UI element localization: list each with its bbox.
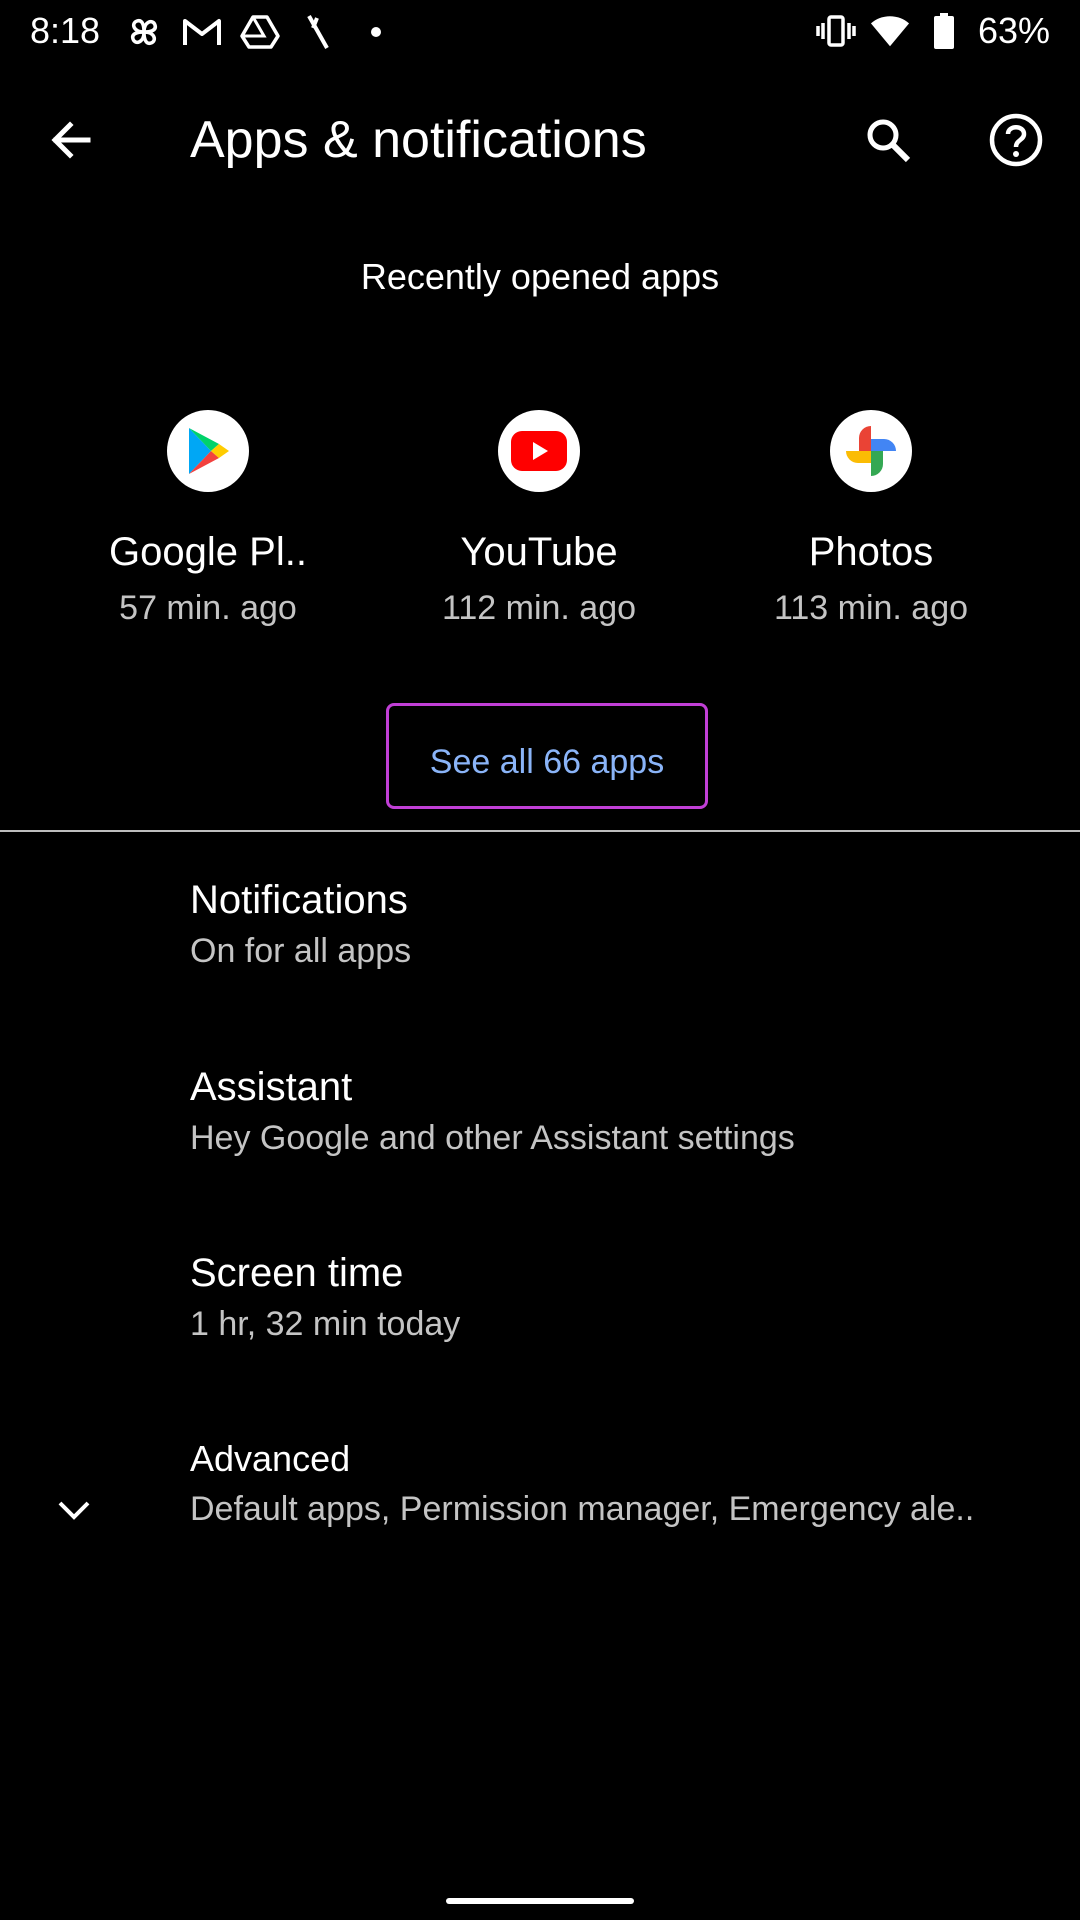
help-icon (989, 113, 1043, 167)
settings-item-title: Assistant (190, 1065, 353, 1109)
settings-item-screen-time[interactable]: Screen time 1 hr, 32 min today (0, 1241, 1080, 1411)
settings-item-title: Advanced (190, 1438, 351, 1479)
photos-icon (830, 410, 912, 492)
back-button[interactable] (36, 104, 108, 176)
settings-item-advanced[interactable]: Advanced Default apps, Permission manage… (0, 1428, 1080, 1598)
app-bar: Apps & notifications (0, 84, 1080, 188)
notification-icons (124, 12, 396, 52)
app-last-opened: 112 min. ago (441, 589, 637, 627)
divider (0, 830, 1080, 832)
page-title: Apps & notifications (190, 111, 647, 169)
settings-item-subtitle: Default apps, Permission manager, Emerge… (190, 1490, 975, 1528)
pinwheel-icon (124, 12, 164, 52)
help-button[interactable] (980, 104, 1052, 176)
search-icon (867, 119, 911, 163)
recent-app-google-play[interactable]: Google Pl.. 57 min. ago (43, 410, 373, 628)
app-name: YouTube (460, 530, 618, 574)
settings-item-title: Notifications (190, 878, 408, 922)
vibrate-icon (816, 11, 856, 51)
battery-percent: 63% (977, 10, 1050, 51)
system-icons: 63% (816, 10, 1050, 52)
gesture-nav-handle[interactable] (446, 1898, 634, 1904)
battery-icon (924, 11, 964, 51)
google-play-icon (167, 410, 249, 492)
chevron-down-icon (58, 1501, 90, 1520)
settings-item-subtitle: Hey Google and other Assistant settings (190, 1119, 795, 1157)
see-all-apps-button[interactable]: See all 66 apps (386, 703, 708, 809)
drive-icon (240, 12, 280, 52)
youtube-icon (498, 410, 580, 492)
settings-item-notifications[interactable]: Notifications On for all apps (0, 868, 1080, 1038)
settings-item-subtitle: 1 hr, 32 min today (190, 1305, 461, 1343)
recent-app-photos[interactable]: Photos 113 min. ago (706, 410, 1036, 628)
signal-off-icon (298, 12, 338, 52)
status-time: 8:18 (30, 10, 101, 51)
wifi-icon (870, 11, 910, 51)
recent-apps-title: Recently opened apps (360, 256, 720, 297)
settings-item-assistant[interactable]: Assistant Hey Google and other Assistant… (0, 1055, 1080, 1225)
status-bar: 8:18 63% (0, 0, 1080, 64)
app-name: Google Pl.. (109, 530, 307, 574)
settings-item-subtitle: On for all apps (190, 932, 412, 970)
settings-item-title: Screen time (190, 1251, 404, 1295)
app-last-opened: 57 min. ago (119, 589, 297, 627)
app-last-opened: 113 min. ago (773, 589, 969, 627)
app-name: Photos (808, 530, 934, 574)
see-all-apps-label: See all 66 apps (429, 742, 665, 781)
search-button[interactable] (852, 104, 924, 176)
dot-icon (356, 12, 396, 52)
gmail-icon (182, 12, 222, 52)
arrow-left-icon (51, 121, 91, 159)
recent-app-youtube[interactable]: YouTube 112 min. ago (374, 410, 704, 628)
